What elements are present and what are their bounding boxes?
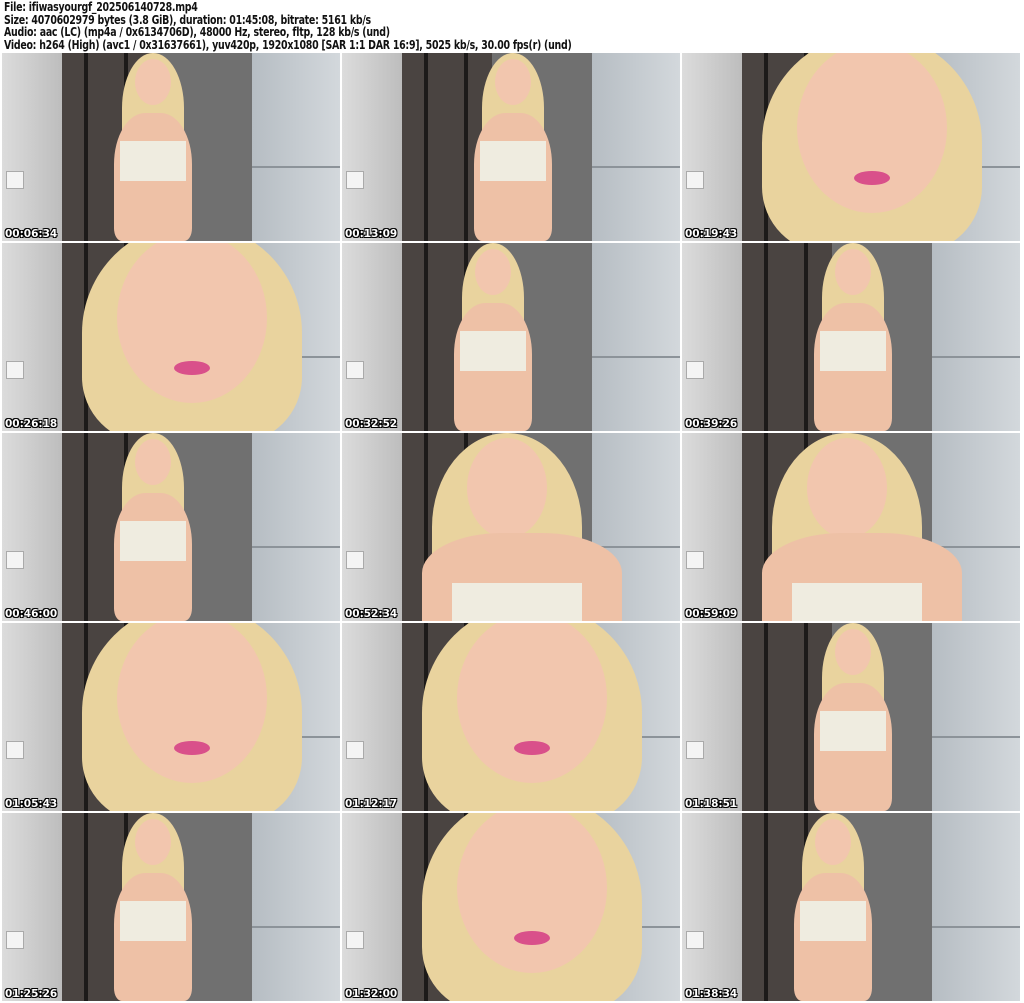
thumbnail: 00:59:09 <box>682 433 1020 621</box>
thumbnail: 00:19:43 <box>682 53 1020 241</box>
video-frame-figure <box>2 53 340 241</box>
timestamp-label: 01:18:51 <box>685 798 738 810</box>
thumbnail: 01:38:34 <box>682 813 1020 1001</box>
thumbnail: 00:26:18 <box>2 243 340 431</box>
thumbnail: 00:06:34 <box>2 53 340 241</box>
thumbnail: 00:52:34 <box>342 433 680 621</box>
timestamp-label: 00:32:52 <box>345 418 398 430</box>
video-frame-figure <box>682 813 1020 1001</box>
video-frame-figure <box>342 623 680 811</box>
timestamp-label: 00:13:09 <box>345 228 398 240</box>
video-frame-figure <box>342 53 680 241</box>
timestamp-label: 01:05:43 <box>5 798 58 810</box>
video-frame-figure <box>682 623 1020 811</box>
video-frame-figure <box>2 433 340 621</box>
thumbnail: 01:05:43 <box>2 623 340 811</box>
timestamp-label: 01:12:17 <box>345 798 398 810</box>
video-frame-figure <box>2 243 340 431</box>
thumbnail: 00:46:00 <box>2 433 340 621</box>
timestamp-label: 01:38:34 <box>685 988 738 1000</box>
timestamp-label: 00:19:43 <box>685 228 738 240</box>
thumbnail: 01:32:00 <box>342 813 680 1001</box>
timestamp-label: 01:25:26 <box>5 988 58 1000</box>
file-info-header: File: ifiwasyourgf_202506140728.mp4 Size… <box>4 1 664 51</box>
video-frame-figure <box>2 813 340 1001</box>
video-frame-figure <box>342 813 680 1001</box>
timestamp-label: 01:32:00 <box>345 988 398 1000</box>
timestamp-label: 00:26:18 <box>5 418 58 430</box>
video-frame-figure <box>342 243 680 431</box>
thumbnail: 00:13:09 <box>342 53 680 241</box>
thumbnail: 00:32:52 <box>342 243 680 431</box>
thumbnail-grid: 00:06:34 00:13:09 00:19:43 00:26:18 00:3… <box>2 53 1022 1003</box>
timestamp-label: 00:46:00 <box>5 608 58 620</box>
video-line: Video: h264 (High) (avc1 / 0x31637661), … <box>4 37 572 52</box>
timestamp-label: 00:52:34 <box>345 608 398 620</box>
video-frame-figure <box>682 243 1020 431</box>
video-frame-figure <box>682 433 1020 621</box>
thumbnail: 01:25:26 <box>2 813 340 1001</box>
thumbnail: 01:12:17 <box>342 623 680 811</box>
video-frame-figure <box>2 623 340 811</box>
thumbnail: 00:39:26 <box>682 243 1020 431</box>
thumbnail: 01:18:51 <box>682 623 1020 811</box>
timestamp-label: 00:39:26 <box>685 418 738 430</box>
timestamp-label: 00:06:34 <box>5 228 58 240</box>
video-frame-figure <box>342 433 680 621</box>
timestamp-label: 00:59:09 <box>685 608 738 620</box>
video-frame-figure <box>682 53 1020 241</box>
